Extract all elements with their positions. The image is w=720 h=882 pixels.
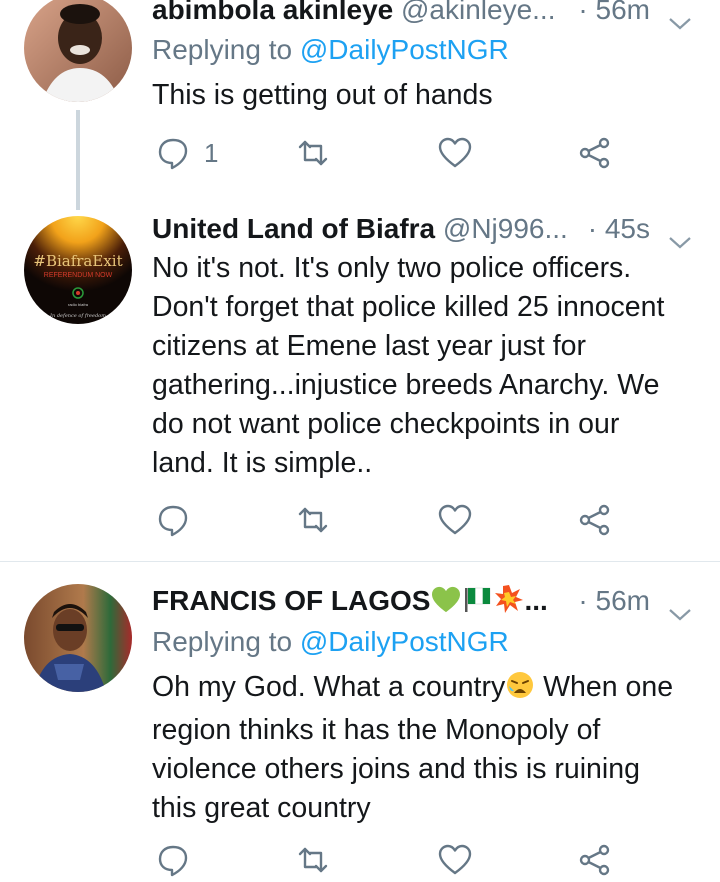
replying-to-label: Replying to [152, 626, 293, 657]
timestamp[interactable]: · 56m [578, 581, 650, 621]
text-segment: Oh my God. What a country [152, 671, 506, 703]
chevron-down-icon[interactable] [668, 593, 692, 633]
avatar-text: #BiafraExit [33, 252, 122, 270]
collision-icon [494, 584, 524, 625]
retweet-button[interactable] [296, 131, 330, 175]
tweet-actions [152, 838, 622, 882]
text-line: Oh my God. What a country When one [152, 668, 708, 711]
user-handle[interactable]: @akinleye... [401, 0, 556, 25]
text-line: land. It is simple.. [152, 447, 373, 479]
tweet-1[interactable]: abimbola akinleye @akinleye... · 56m Rep… [0, 0, 720, 210]
display-name[interactable]: FRANCIS OF LAGOS [152, 585, 430, 616]
share-button[interactable] [578, 498, 612, 542]
like-button[interactable] [438, 131, 472, 175]
timestamp[interactable]: · 45s [588, 209, 650, 249]
tweet-text: No it's not. It's only two police office… [152, 249, 708, 483]
tweet-text: This is getting out of hands [152, 79, 493, 111]
retweet-icon [298, 140, 328, 166]
share-button[interactable] [578, 838, 612, 882]
reply-button[interactable]: 1 [156, 131, 218, 175]
text-line: citizens at Emene last year just for [152, 330, 587, 362]
share-icon [579, 137, 610, 169]
retweet-icon [298, 847, 328, 873]
avatar[interactable] [24, 584, 132, 692]
avatar-caption: radio biafra [68, 302, 89, 307]
display-name[interactable]: abimbola akinleye [152, 0, 393, 25]
name-truncation: ... [524, 585, 548, 616]
thread-connector-line [76, 110, 80, 210]
tweet-2[interactable]: #BiafraExit REFERENDUM NOW radio biafra … [0, 200, 720, 562]
display-name[interactable]: United Land of Biafra [152, 213, 435, 244]
like-icon [438, 137, 472, 168]
green-heart-icon [430, 585, 462, 625]
like-button[interactable] [438, 838, 472, 882]
chevron-down-icon[interactable] [668, 2, 692, 42]
text-line: this great country [152, 792, 371, 824]
like-icon [438, 844, 472, 875]
text-line: do not want police checkpoints in our [152, 408, 620, 440]
nigeria-flag-icon [462, 584, 494, 625]
like-button[interactable] [438, 498, 472, 542]
like-icon [438, 504, 472, 535]
tweet-header: abimbola akinleye @akinleye... · 56m [152, 0, 700, 30]
mention-link[interactable]: @DailyPostNGR [300, 626, 509, 657]
text-line: No it's not. It's only two police office… [152, 252, 632, 284]
avatar[interactable] [24, 0, 132, 102]
reply-icon [158, 505, 188, 537]
weary-face-icon [505, 670, 535, 711]
avatar[interactable]: #BiafraExit REFERENDUM NOW radio biafra … [24, 216, 132, 324]
text-line: gathering...injustice breeds Anarchy. We [152, 369, 660, 401]
retweet-button[interactable] [296, 838, 330, 882]
reply-icon [158, 138, 188, 170]
text-line: violence others joins and this is ruinin… [152, 753, 640, 785]
text-segment: When one [535, 671, 674, 703]
text-line: Don't forget that police killed 25 innoc… [152, 291, 665, 323]
share-icon [579, 844, 610, 876]
replying-to-label: Replying to [152, 34, 293, 65]
timestamp[interactable]: · 56m [578, 0, 650, 30]
tweet-actions [152, 498, 622, 542]
tweet-text: Oh my God. What a country When one regio… [152, 668, 708, 828]
reply-icon [158, 845, 188, 877]
tweet-3[interactable]: FRANCIS OF LAGOS... · 56m Replying to @D… [0, 562, 720, 877]
tweet-header: FRANCIS OF LAGOS... · 56m [152, 581, 700, 621]
retweet-button[interactable] [296, 498, 330, 542]
avatar-subtext: REFERENDUM NOW [44, 272, 113, 279]
avatar-footer: In defence of freedom [49, 313, 106, 319]
reply-count: 1 [204, 137, 219, 168]
reply-button[interactable] [156, 838, 190, 882]
replying-to: Replying to @DailyPostNGR [152, 30, 509, 70]
reply-button[interactable] [156, 498, 190, 542]
replying-to: Replying to @DailyPostNGR [152, 622, 509, 662]
mention-link[interactable]: @DailyPostNGR [300, 34, 509, 65]
retweet-icon [298, 507, 328, 533]
tweet-actions: 1 [152, 131, 622, 175]
share-button[interactable] [578, 131, 612, 175]
user-handle[interactable]: @Nj996... [443, 213, 568, 244]
text-line: region thinks it has the Monopoly of [152, 714, 601, 746]
share-icon [579, 504, 610, 536]
tweet-header: United Land of Biafra @Nj996... · 45s [152, 209, 700, 249]
